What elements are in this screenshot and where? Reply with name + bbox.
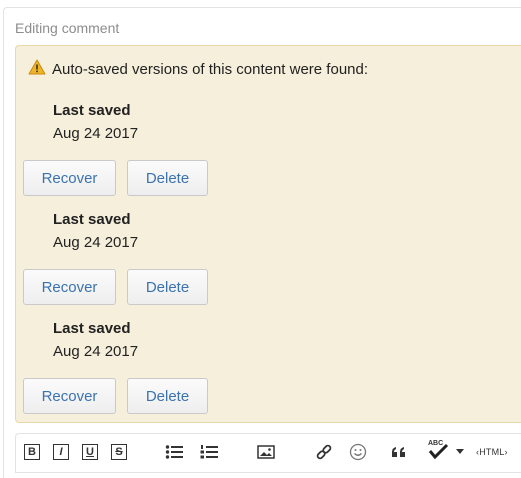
emoji-icon[interactable] — [349, 443, 367, 461]
recover-button[interactable]: Recover — [23, 160, 116, 196]
bold-icon[interactable]: B — [24, 443, 40, 461]
autosave-notice: Auto-saved versions of this content were… — [15, 45, 521, 423]
html-source-icon[interactable]: ‹HTML› — [476, 443, 508, 461]
svg-text:ABC: ABC — [428, 440, 443, 447]
version-date: Aug 24 2017 — [53, 343, 139, 360]
link-icon[interactable] — [315, 443, 333, 461]
version-date: Aug 24 2017 — [53, 234, 139, 251]
delete-button[interactable]: Delete — [127, 160, 208, 196]
version-label: Last saved — [53, 102, 131, 119]
quote-icon[interactable] — [391, 443, 407, 461]
spellcheck-icon[interactable]: ABC — [427, 440, 449, 460]
version-label: Last saved — [53, 320, 131, 337]
notice-message: Auto-saved versions of this content were… — [52, 61, 369, 78]
bullet-list-icon[interactable] — [165, 443, 183, 461]
editor-title: Editing comment — [15, 20, 120, 36]
version-label: Last saved — [53, 211, 131, 228]
chevron-down-icon[interactable] — [456, 443, 464, 461]
delete-button[interactable]: Delete — [127, 269, 208, 305]
delete-button[interactable]: Delete — [127, 378, 208, 414]
recover-button[interactable]: Recover — [23, 378, 116, 414]
recover-button[interactable]: Recover — [23, 269, 116, 305]
underline-icon[interactable]: U — [82, 443, 98, 461]
editor-toolbar: B I U S ABC ‹HTML› — [15, 433, 521, 473]
warning-icon — [28, 59, 46, 75]
numbered-list-icon[interactable] — [200, 443, 218, 461]
italic-icon[interactable]: I — [53, 443, 69, 461]
strikethrough-icon[interactable]: S — [111, 443, 127, 461]
image-icon[interactable] — [257, 443, 275, 461]
version-date: Aug 24 2017 — [53, 125, 139, 142]
